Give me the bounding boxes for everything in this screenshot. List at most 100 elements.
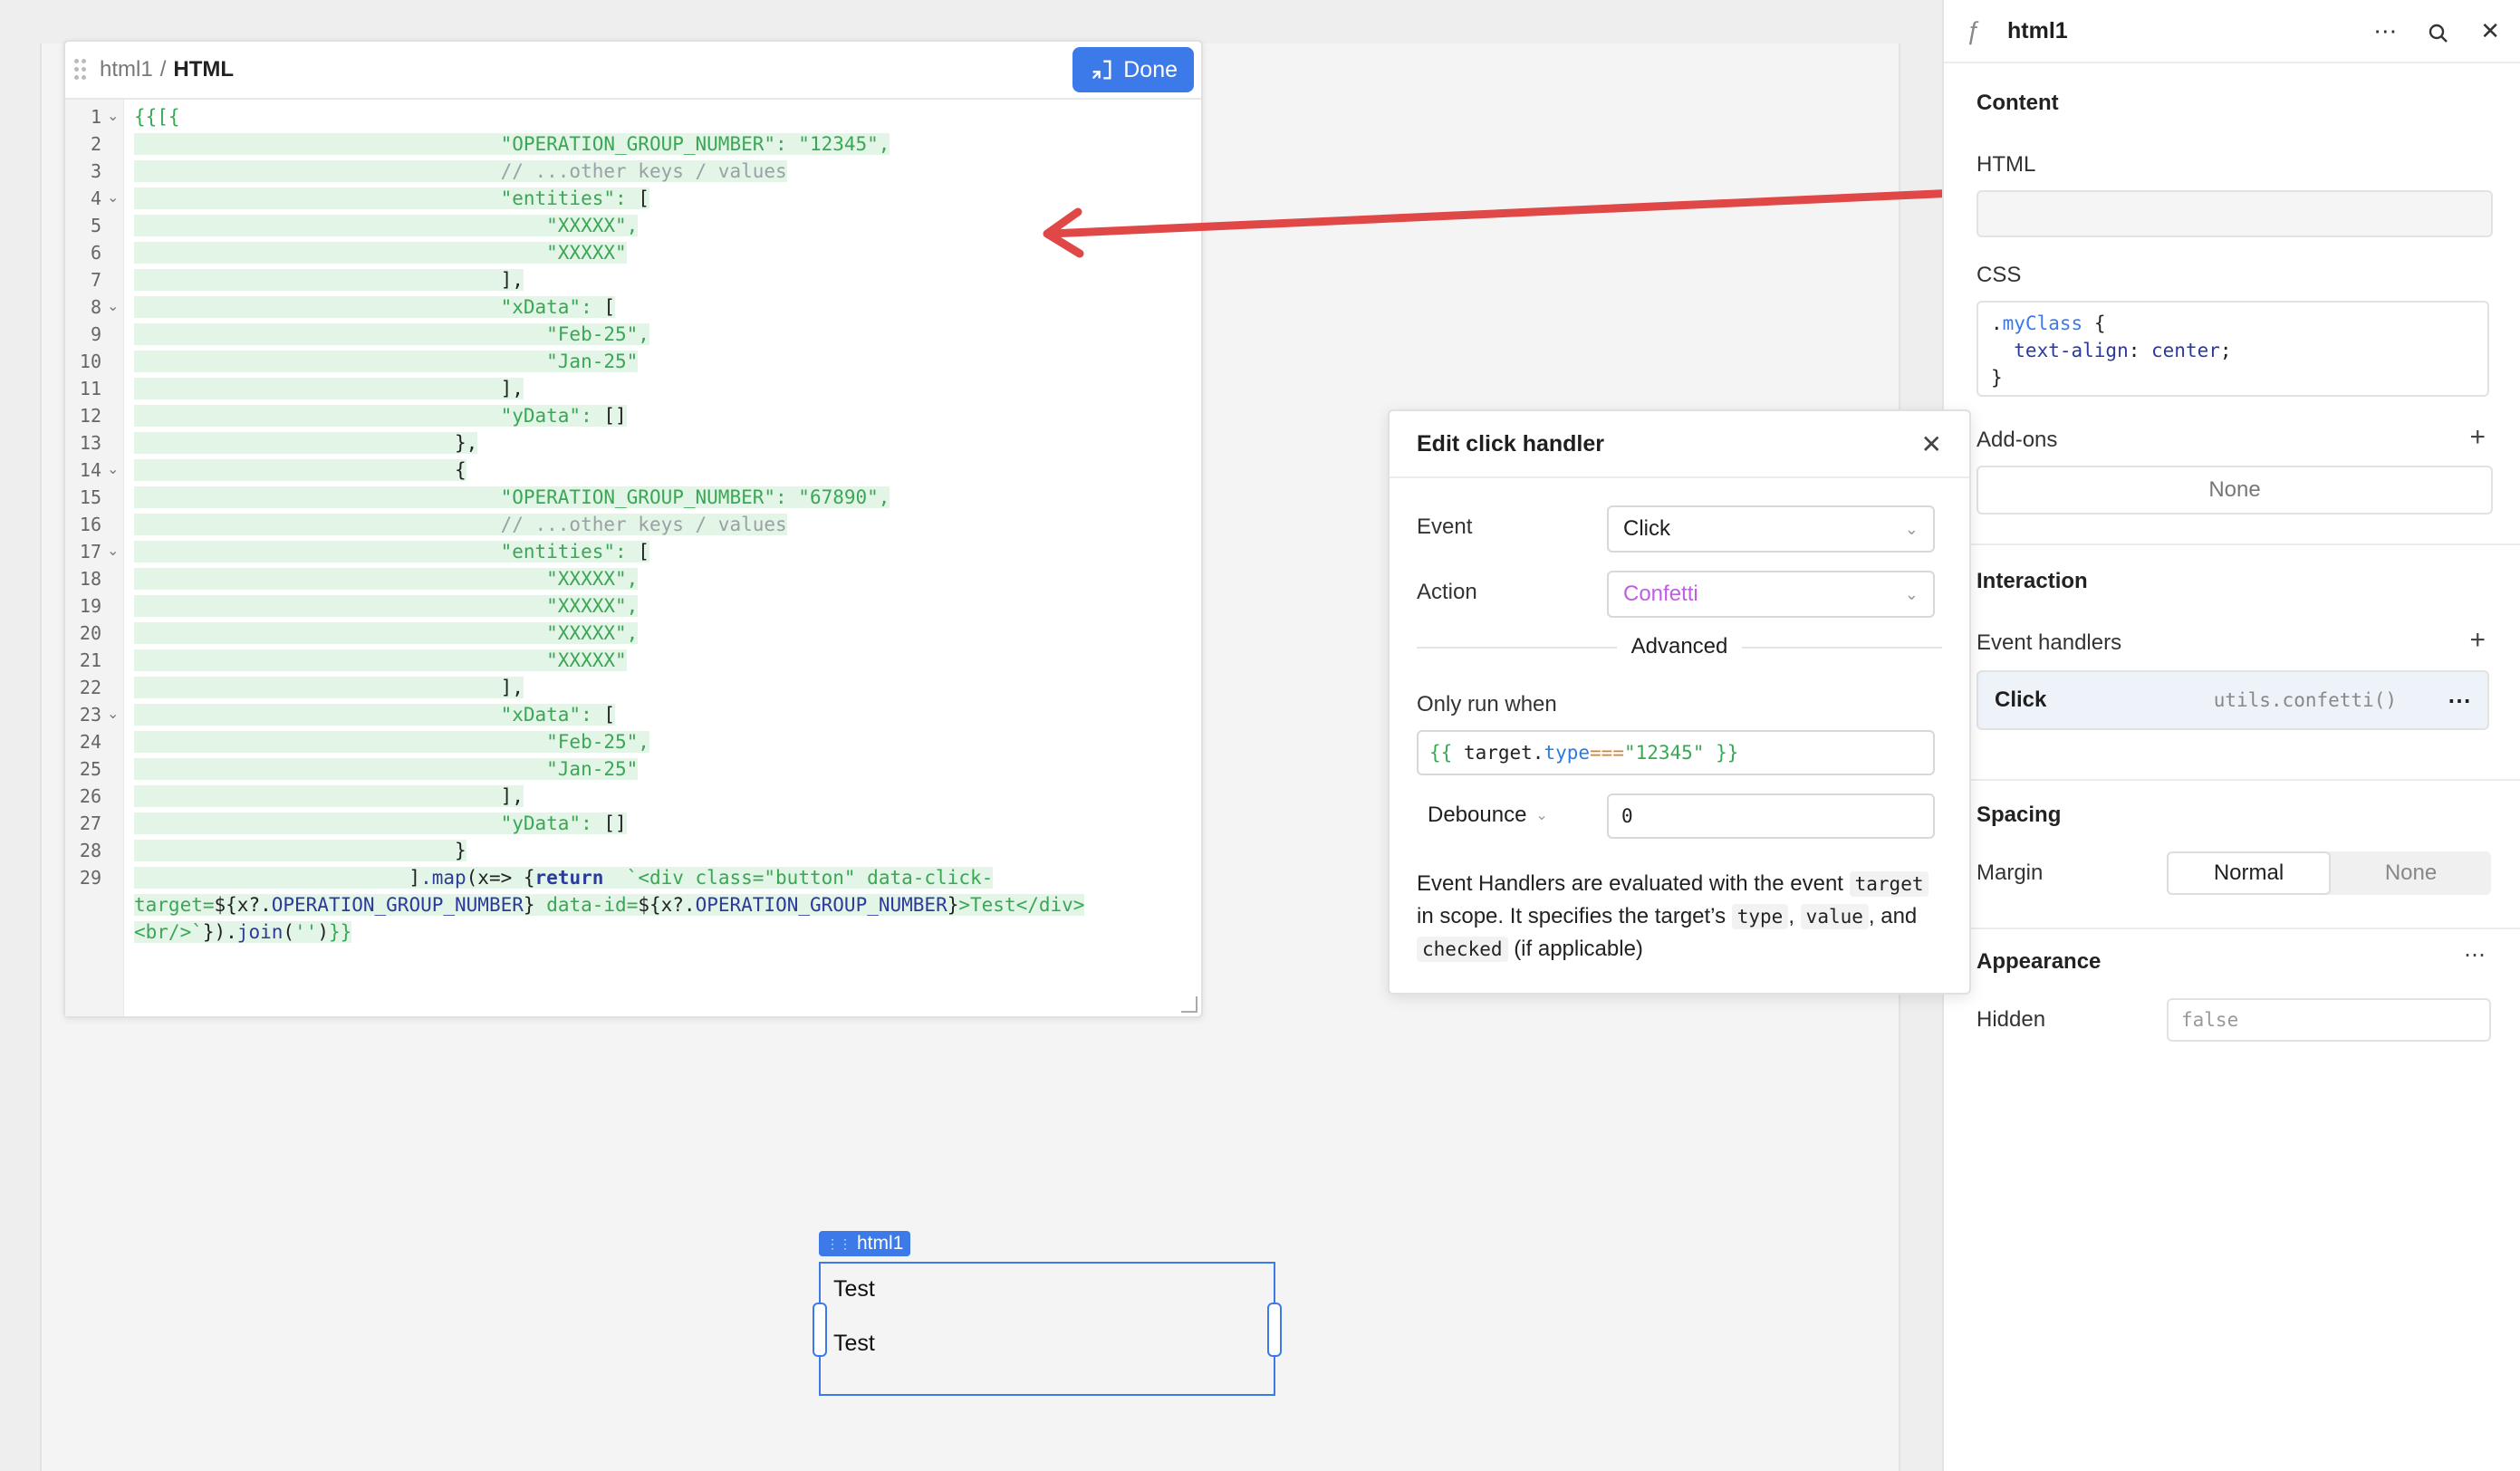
function-icon: ƒ — [1966, 16, 1980, 44]
help-text-5: (if applicable) — [1514, 937, 1643, 961]
line-number: 24 — [79, 731, 101, 753]
css-line-1: .myClass { — [1991, 312, 2106, 334]
code-token: target= — [134, 894, 215, 916]
line-number: 15 — [79, 486, 101, 508]
html-input[interactable] — [1977, 190, 2493, 237]
code-token: "XXXXX", — [134, 568, 639, 590]
code-token: [ — [638, 541, 649, 562]
close-icon[interactable]: ✕ — [2480, 17, 2500, 45]
line-number: 13 — [79, 432, 101, 454]
margin-option-normal[interactable]: Normal — [2167, 851, 2331, 895]
html1-component[interactable]: Test Test — [813, 1262, 1282, 1396]
debounce-toggle[interactable]: Debounce ⌄ — [1417, 799, 1559, 832]
line-number: 18 — [79, 568, 101, 590]
event-label: Event — [1417, 514, 1473, 539]
debounce-input[interactable]: 0 — [1607, 793, 1935, 839]
line-number: 22 — [79, 677, 101, 698]
code-line: "Jan-25" — [134, 755, 639, 783]
code-token: OPERATION_GROUP_NUMBER — [271, 894, 524, 916]
resize-handle-left[interactable] — [813, 1303, 827, 1357]
handler-event: Click — [1995, 687, 2047, 712]
component-tag-label: html1 — [857, 1233, 904, 1254]
code-line: "OPERATION_GROUP_NUMBER": "67890", — [134, 484, 890, 511]
component-name[interactable]: html1 — [2007, 18, 2068, 44]
code-token: } — [134, 840, 466, 861]
addons-value[interactable]: None — [1977, 466, 2493, 514]
action-label: Action — [1417, 580, 1477, 604]
code-token: "XXXXX" — [134, 649, 627, 671]
code-token: } — [523, 894, 547, 916]
code-token — [603, 867, 627, 889]
code-line: "XXXXX", — [134, 592, 639, 620]
help-text-3: , — [1788, 904, 1794, 928]
drag-grip-icon: ⋮⋮ — [826, 1235, 851, 1251]
margin-label: Margin — [1977, 860, 2044, 885]
test-button-2[interactable]: Test — [833, 1331, 875, 1357]
line-number: 11 — [79, 378, 101, 399]
code-line: target=${x?.OPERATION_GROUP_NUMBER} data… — [134, 891, 1085, 918]
margin-toggle: Normal None — [2167, 851, 2491, 895]
more-icon[interactable]: ⋯ — [2373, 17, 2397, 45]
appearance-more-icon[interactable]: ⋯ — [2464, 942, 2486, 968]
code-token: .map — [420, 867, 466, 889]
code-line: ], — [134, 674, 524, 701]
code-line: "yData": [] — [134, 402, 627, 429]
css-editor[interactable]: .myClass { text-align: center; } — [1977, 301, 2489, 397]
code-line: } — [134, 837, 466, 864]
action-select-value: Confetti — [1623, 582, 1698, 606]
chevron-down-icon: ⌄ — [1904, 584, 1919, 603]
add-addon-icon[interactable]: + — [2469, 422, 2486, 453]
code-token: }). — [202, 921, 237, 943]
code-token: [] — [603, 405, 627, 427]
event-select[interactable]: Click ⌄ — [1607, 505, 1935, 553]
code-line: "Feb-25", — [134, 728, 649, 755]
code-token: "Feb-25", — [134, 731, 649, 753]
code-token: OPERATION_GROUP_NUMBER — [695, 894, 947, 916]
test-button-1[interactable]: Test — [833, 1276, 875, 1303]
margin-option-none[interactable]: None — [2331, 851, 2491, 895]
expr-type: type — [1544, 742, 1591, 764]
code-line: ].map(x=> {return `<div class="button" d… — [134, 864, 994, 891]
event-handler-row[interactable]: Click utils.confetti() ⋯ — [1977, 670, 2489, 730]
help-value-code: value — [1800, 904, 1869, 929]
code-line: "XXXXX" — [134, 647, 627, 674]
code-token: <br/>` — [134, 921, 203, 943]
code-token: }} — [328, 921, 352, 943]
code-token: } — [947, 894, 959, 916]
code-line: ], — [134, 375, 524, 402]
resize-handle-right[interactable] — [1267, 1303, 1282, 1357]
fold-chevron-icon[interactable]: ⌄ — [107, 701, 119, 728]
code-token: "XXXXX", — [134, 622, 639, 644]
code-token: >Test</div> — [958, 894, 1085, 916]
search-icon[interactable] — [2428, 23, 2449, 44]
code-token: ], — [134, 677, 524, 698]
inspector-header: ƒ html1 ⋯ ✕ — [1944, 0, 2520, 63]
only-run-when-input[interactable]: {{ target.type==="12345" }} — [1417, 730, 1935, 775]
code-token: `<div class="button" data-click- — [626, 867, 994, 889]
code-token: "entities": — [134, 541, 639, 562]
code-token: "yData": — [134, 405, 604, 427]
debounce-label: Debounce — [1428, 803, 1527, 827]
component-tag[interactable]: ⋮⋮ html1 — [819, 1231, 911, 1256]
dialog-header: Edit click handler ✕ — [1390, 411, 1969, 478]
line-number: 20 — [79, 622, 101, 644]
fold-chevron-icon[interactable]: ⌄ — [107, 457, 119, 484]
hidden-input[interactable]: false — [2167, 998, 2491, 1042]
content-section-title: Content — [1977, 91, 2059, 115]
help-text: Event Handlers are evaluated with the ev… — [1417, 868, 1942, 966]
fold-chevron-icon[interactable]: ⌄ — [107, 538, 119, 565]
expr-open: {{ — [1429, 742, 1464, 764]
code-line: <br/>`}).join('')}} — [134, 918, 352, 946]
add-event-handler-icon[interactable]: + — [2469, 625, 2486, 656]
resize-handle[interactable] — [1181, 996, 1197, 1013]
advanced-toggle[interactable]: Advanced — [1390, 634, 1969, 659]
close-icon[interactable]: ✕ — [1921, 429, 1942, 459]
chevron-down-icon: ⌄ — [1904, 519, 1919, 538]
line-number: 23 — [79, 704, 101, 726]
inspector-panel: ƒ html1 ⋯ ✕ Content HTML CSS .myClass { … — [1942, 0, 2520, 1471]
code-token: [] — [603, 812, 627, 834]
handler-more-icon[interactable]: ⋯ — [2448, 687, 2471, 715]
action-select[interactable]: Confetti ⌄ — [1607, 571, 1935, 618]
help-text-4: , and — [1868, 904, 1918, 928]
code-token: "yData": — [134, 812, 604, 834]
